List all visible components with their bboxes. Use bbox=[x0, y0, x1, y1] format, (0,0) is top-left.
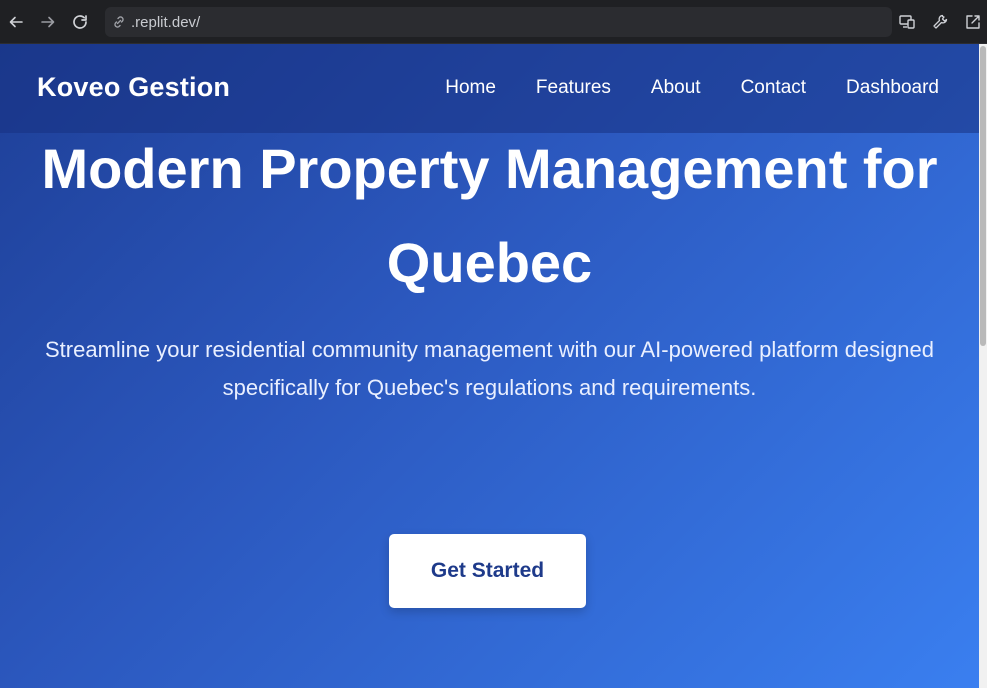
site-header: Koveo Gestion Home Features About Contac… bbox=[0, 44, 979, 133]
page-viewport: Koveo Gestion Home Features About Contac… bbox=[0, 44, 979, 688]
back-arrow-icon[interactable] bbox=[2, 8, 30, 36]
scrollbar[interactable] bbox=[979, 44, 987, 688]
external-link-icon[interactable] bbox=[959, 8, 987, 36]
devices-icon[interactable] bbox=[893, 8, 921, 36]
get-started-button[interactable]: Get Started bbox=[389, 534, 586, 608]
nav-link-home[interactable]: Home bbox=[445, 77, 496, 99]
browser-toolbar: .replit.dev/ bbox=[0, 0, 987, 44]
forward-arrow-icon[interactable] bbox=[34, 8, 62, 36]
wrench-icon[interactable] bbox=[926, 8, 954, 36]
nav-link-contact[interactable]: Contact bbox=[741, 77, 806, 99]
main-nav: Home Features About Contact Dashboard bbox=[405, 77, 939, 99]
nav-link-features[interactable]: Features bbox=[536, 77, 611, 99]
hero-title: Modern Property Management for Quebec bbox=[41, 137, 938, 294]
url-text: .replit.dev/ bbox=[131, 13, 201, 31]
brand-logo-text[interactable]: Koveo Gestion bbox=[37, 72, 230, 103]
address-bar[interactable]: .replit.dev/ bbox=[105, 7, 892, 37]
nav-link-about[interactable]: About bbox=[651, 77, 701, 99]
link-icon bbox=[111, 14, 127, 30]
hero-subtitle: Streamline your residential community ma… bbox=[45, 337, 934, 400]
reload-icon[interactable] bbox=[66, 8, 94, 36]
scrollbar-thumb[interactable] bbox=[980, 46, 986, 346]
nav-link-dashboard[interactable]: Dashboard bbox=[846, 77, 939, 99]
